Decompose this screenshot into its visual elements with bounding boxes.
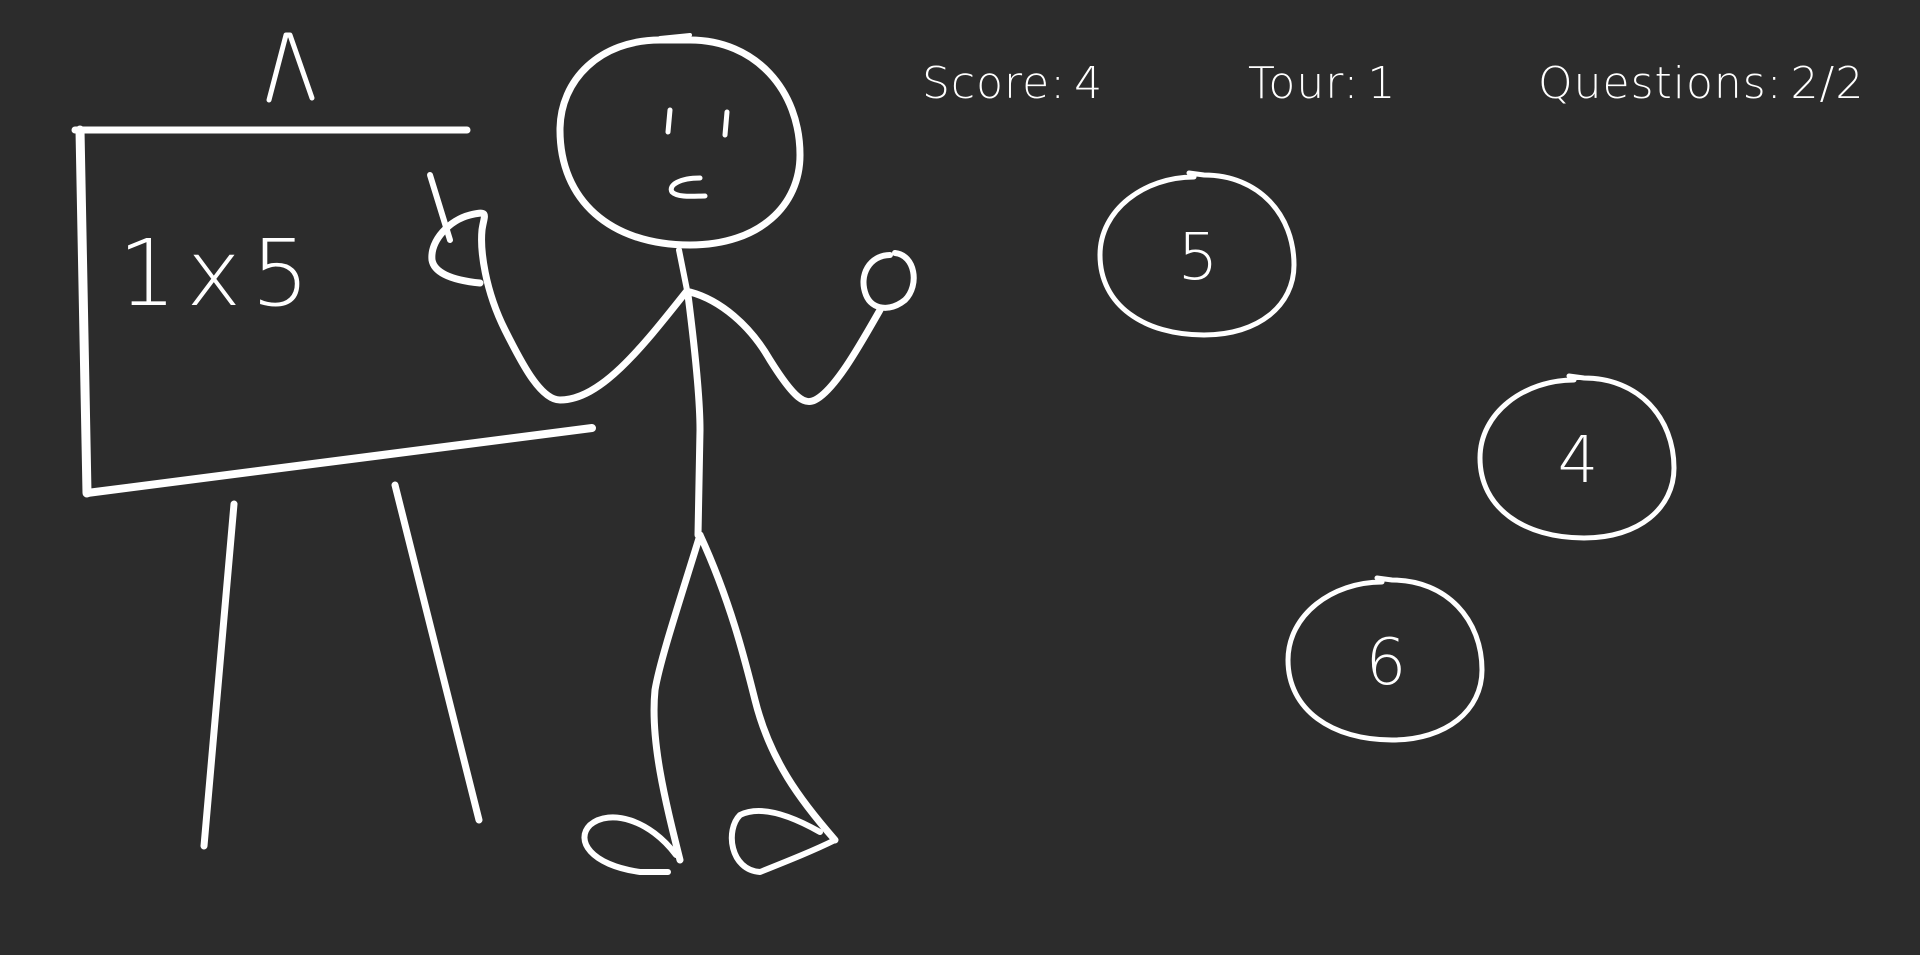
answer-value: 4 xyxy=(1557,423,1599,498)
stick-figure-teacher-icon xyxy=(427,33,917,875)
answer-bubble-2[interactable]: 4 xyxy=(1474,368,1682,553)
answer-value: 6 xyxy=(1365,625,1407,700)
questions-value: 2/2 xyxy=(1790,58,1865,109)
easel-legs-icon xyxy=(200,481,483,850)
round-display: Tour: 1 xyxy=(1248,58,1396,109)
round-label: Tour: xyxy=(1248,58,1360,109)
score-label: Score: xyxy=(922,58,1067,109)
score-display: Score: 4 xyxy=(922,58,1103,109)
questions-label: Questions: xyxy=(1538,58,1783,109)
score-value: 4 xyxy=(1074,58,1104,109)
easel-peak-icon xyxy=(266,32,315,103)
board-question: 1x5 xyxy=(118,220,320,327)
round-value: 1 xyxy=(1367,58,1397,109)
questions-display: Questions: 2/2 xyxy=(1538,58,1864,109)
answer-bubble-3[interactable]: 6 xyxy=(1282,570,1490,755)
answer-value: 5 xyxy=(1177,220,1219,295)
game-stage: 1x5 Score: 4 Tour: 1 Questions: 2/2 5 4 6 xyxy=(0,0,1920,955)
answer-bubble-1[interactable]: 5 xyxy=(1094,165,1302,350)
